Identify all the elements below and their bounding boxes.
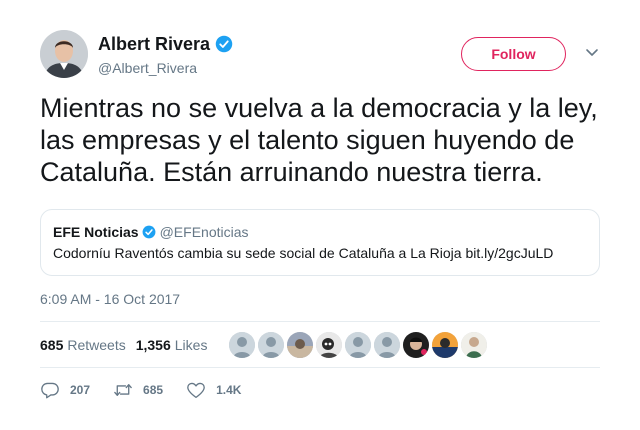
tweet-stats: 685 Retweets 1,356 Likes — [40, 330, 217, 360]
liker-avatar[interactable] — [287, 332, 313, 358]
tweet-header: Albert Rivera @Albert_Rivera Follow — [40, 30, 600, 80]
reply-button[interactable]: 207 — [40, 381, 90, 399]
quoted-tweet[interactable]: EFE Noticias @EFEnoticias Codorníu Raven… — [40, 209, 600, 276]
liker-avatar[interactable] — [374, 332, 400, 358]
author-photo — [40, 30, 88, 78]
tweet-actions: 207 685 1.4K — [40, 378, 264, 402]
liker-avatar[interactable] — [345, 332, 371, 358]
retweets-label[interactable]: Retweets — [67, 337, 125, 353]
divider — [40, 321, 600, 322]
liker-avatar[interactable] — [316, 332, 342, 358]
liker-avatar[interactable] — [432, 332, 458, 358]
verified-badge-icon — [142, 225, 156, 238]
likes-label[interactable]: Likes — [175, 337, 208, 353]
liker-avatar[interactable] — [403, 332, 429, 358]
quoted-author-handle: @EFEnoticias — [159, 223, 249, 240]
verified-badge-icon — [215, 35, 233, 53]
likes-count[interactable]: 1,356 — [136, 337, 171, 353]
author-name-row: Albert Rivera — [98, 33, 233, 55]
quoted-tweet-text: Codorníu Raventós cambia su sede social … — [53, 245, 554, 261]
reply-count: 207 — [70, 383, 91, 397]
chevron-down-icon[interactable] — [585, 48, 599, 58]
retweet-button[interactable]: 685 — [113, 381, 163, 399]
tweet-text: Mientras no se vuelva a la democracia y … — [40, 93, 598, 187]
author-info: Albert Rivera @Albert_Rivera — [98, 33, 233, 76]
liker-avatars — [229, 332, 490, 358]
tweet-timestamp[interactable]: 6:09 AM - 16 Oct 2017 — [40, 291, 180, 307]
liker-avatar[interactable] — [461, 332, 487, 358]
like-count: 1.4K — [216, 383, 242, 397]
retweet-count: 685 — [143, 383, 164, 397]
author-avatar[interactable] — [40, 30, 88, 78]
heart-icon — [187, 382, 205, 399]
author-handle[interactable]: @Albert_Rivera — [98, 60, 233, 76]
retweets-count[interactable]: 685 — [40, 337, 63, 353]
liker-avatar[interactable] — [258, 332, 284, 358]
liker-avatar[interactable] — [229, 332, 255, 358]
reply-icon — [41, 382, 59, 399]
follow-button[interactable]: Follow — [461, 37, 566, 71]
quoted-tweet-header: EFE Noticias @EFEnoticias — [53, 223, 587, 240]
retweet-icon — [114, 384, 132, 396]
author-name[interactable]: Albert Rivera — [98, 34, 210, 55]
quoted-author-name: EFE Noticias — [53, 223, 139, 240]
divider — [40, 367, 600, 368]
like-button[interactable]: 1.4K — [186, 381, 241, 399]
